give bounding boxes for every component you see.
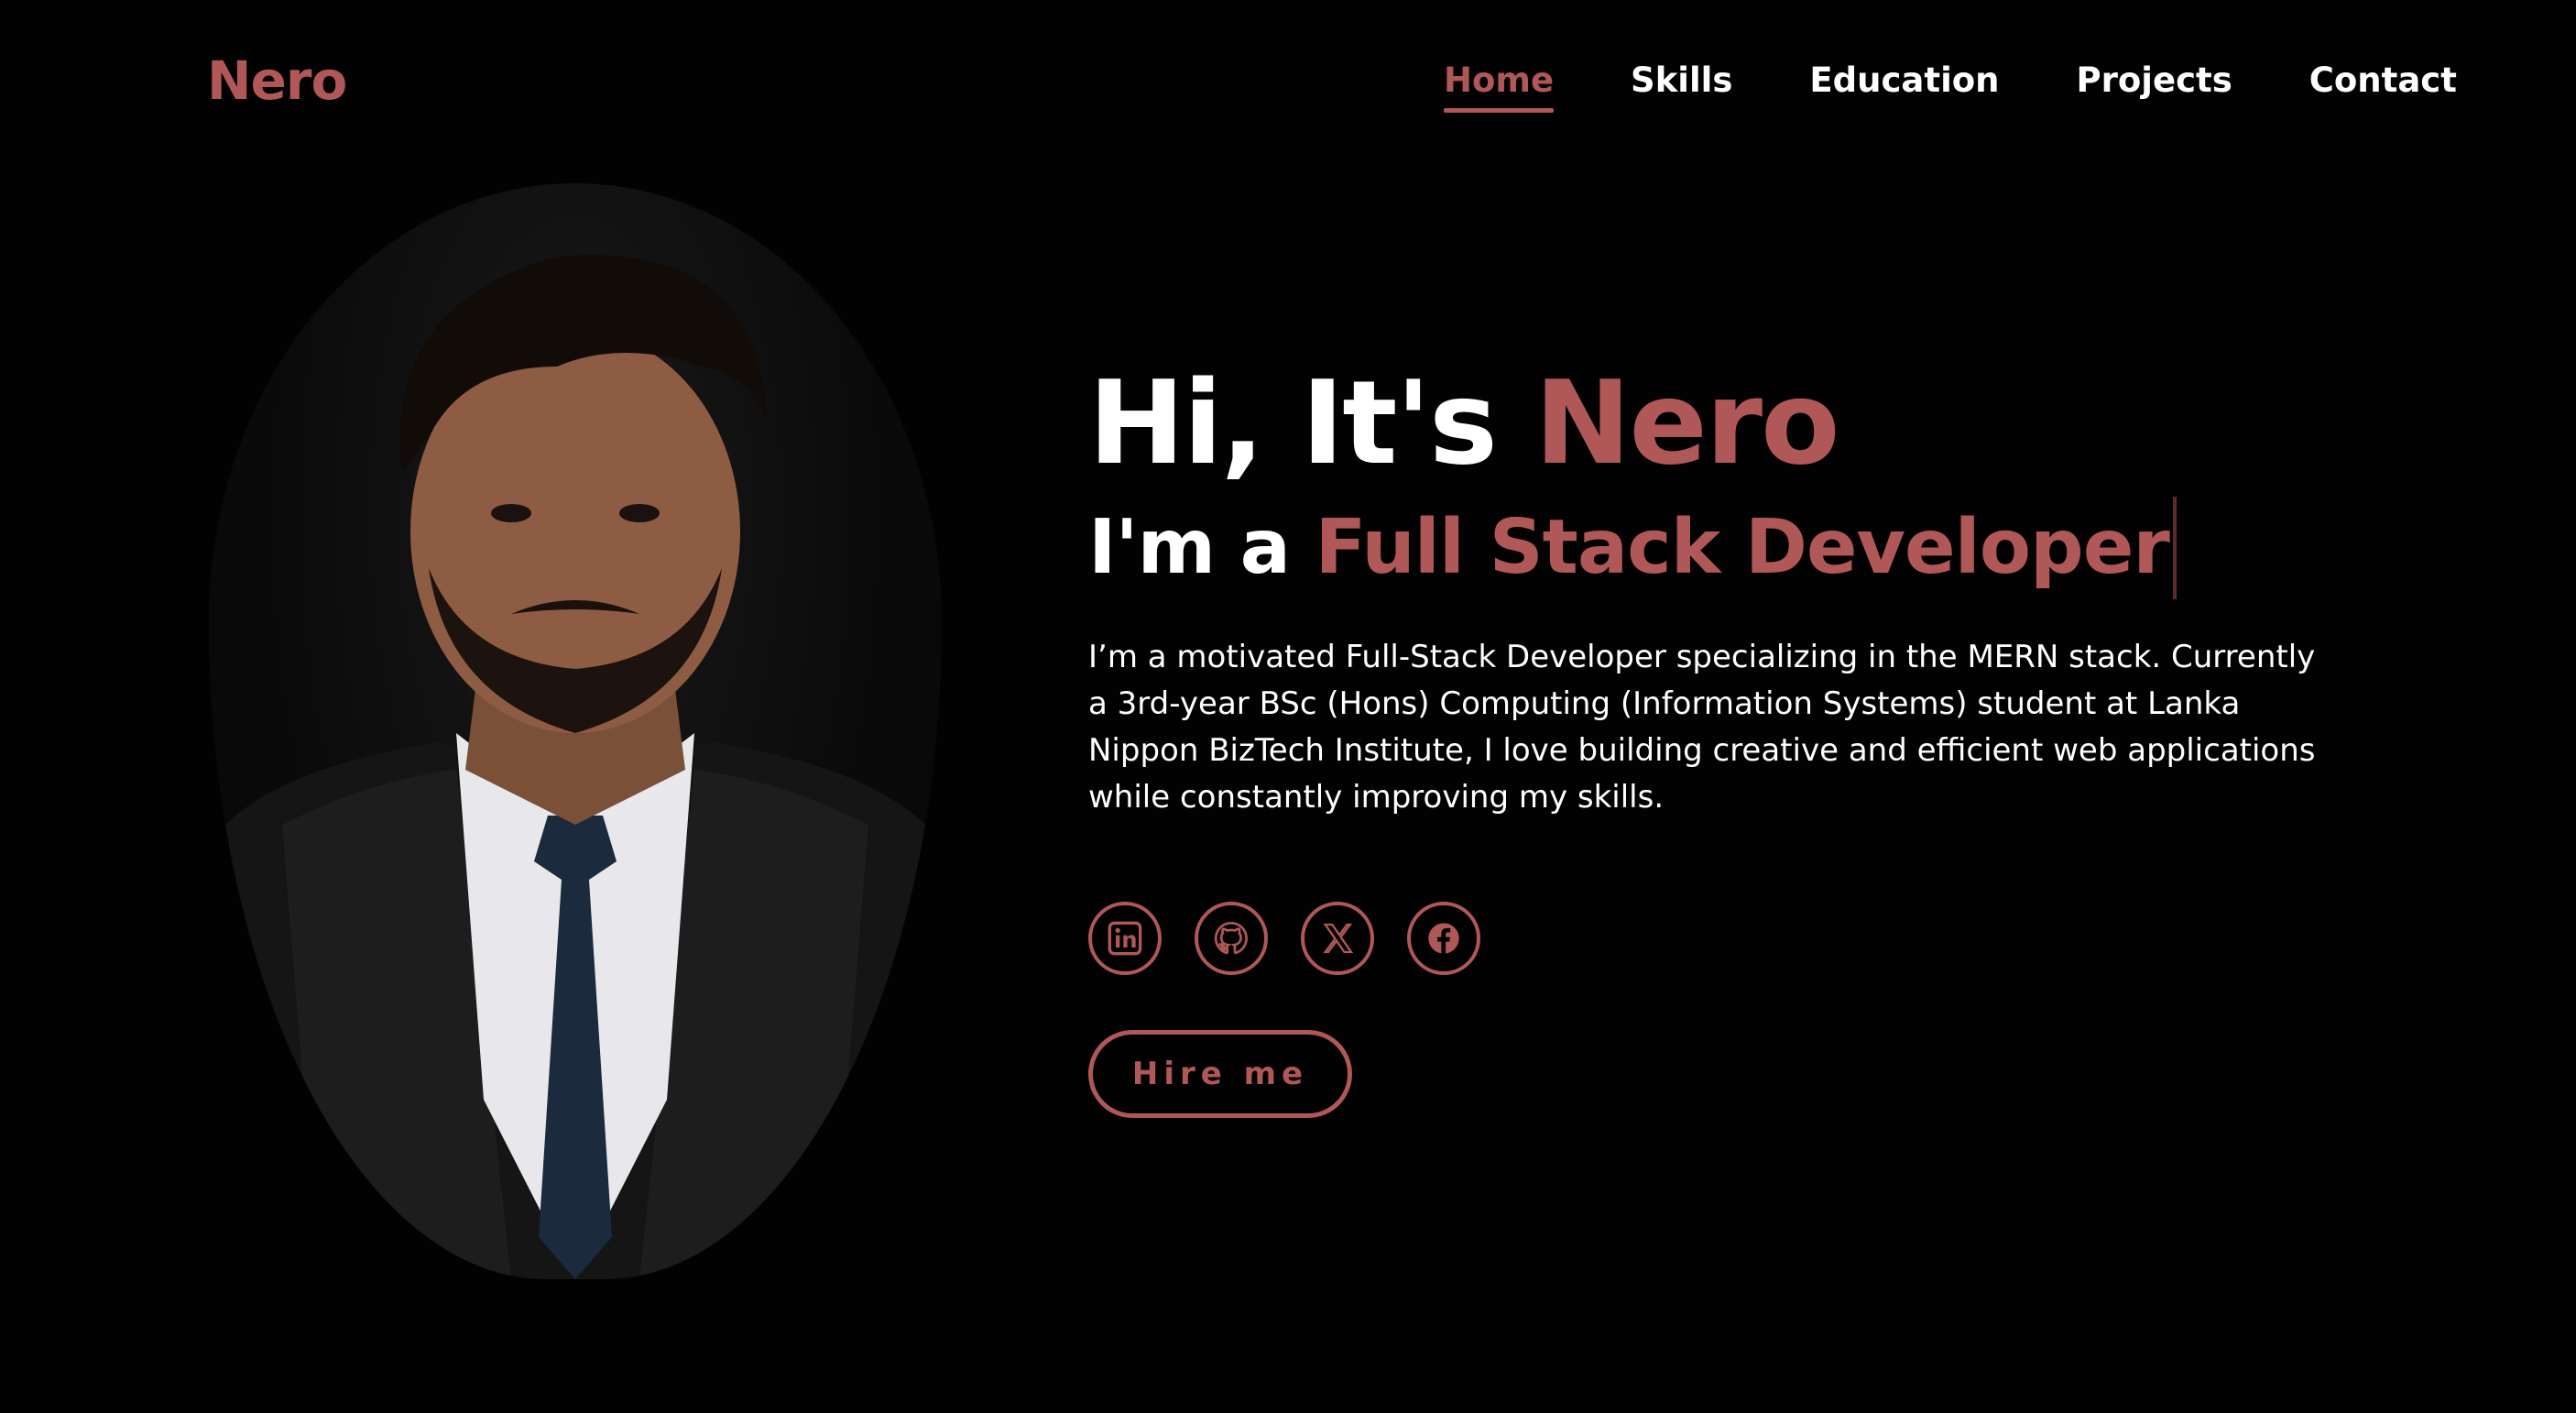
profile-photo bbox=[209, 183, 942, 1279]
nav-education[interactable]: Education bbox=[1809, 60, 1999, 100]
facebook-icon bbox=[1428, 923, 1459, 954]
hero-heading: Hi, It's Nero bbox=[1088, 354, 2371, 493]
x-icon bbox=[1323, 923, 1354, 954]
role-text: Full Stack Developer bbox=[1315, 504, 2170, 591]
greeting-text: Hi, It's bbox=[1088, 356, 1534, 490]
linkedin-icon bbox=[1108, 921, 1142, 956]
x-link[interactable] bbox=[1301, 902, 1374, 975]
nav-projects[interactable]: Projects bbox=[2077, 60, 2232, 100]
social-links bbox=[1088, 902, 2371, 975]
main-nav: Home Skills Education Projects Contact bbox=[1444, 60, 2457, 113]
nav-home[interactable]: Home bbox=[1444, 60, 1555, 113]
linkedin-link[interactable] bbox=[1088, 902, 1162, 975]
facebook-link[interactable] bbox=[1407, 902, 1480, 975]
github-link[interactable] bbox=[1195, 902, 1268, 975]
page: Nero Home Skills Education Projects Cont… bbox=[0, 0, 2576, 1413]
hero-section: Hi, It's Nero I'm a Full Stack Developer… bbox=[1088, 354, 2371, 1118]
nav-contact[interactable]: Contact bbox=[2309, 60, 2457, 100]
greeting-name: Nero bbox=[1534, 356, 1840, 490]
logo[interactable]: Nero bbox=[207, 49, 347, 112]
hire-me-button[interactable]: Hire me bbox=[1088, 1030, 1352, 1118]
bio-text: I’m a motivated Full-Stack Developer spe… bbox=[1088, 639, 2316, 816]
role-heading: I'm a Full Stack Developer bbox=[1088, 497, 2371, 599]
github-icon bbox=[1214, 921, 1248, 955]
role-prefix: I'm a bbox=[1088, 504, 1315, 591]
typing-cursor bbox=[2172, 497, 2177, 599]
nav-skills[interactable]: Skills bbox=[1631, 60, 1732, 100]
